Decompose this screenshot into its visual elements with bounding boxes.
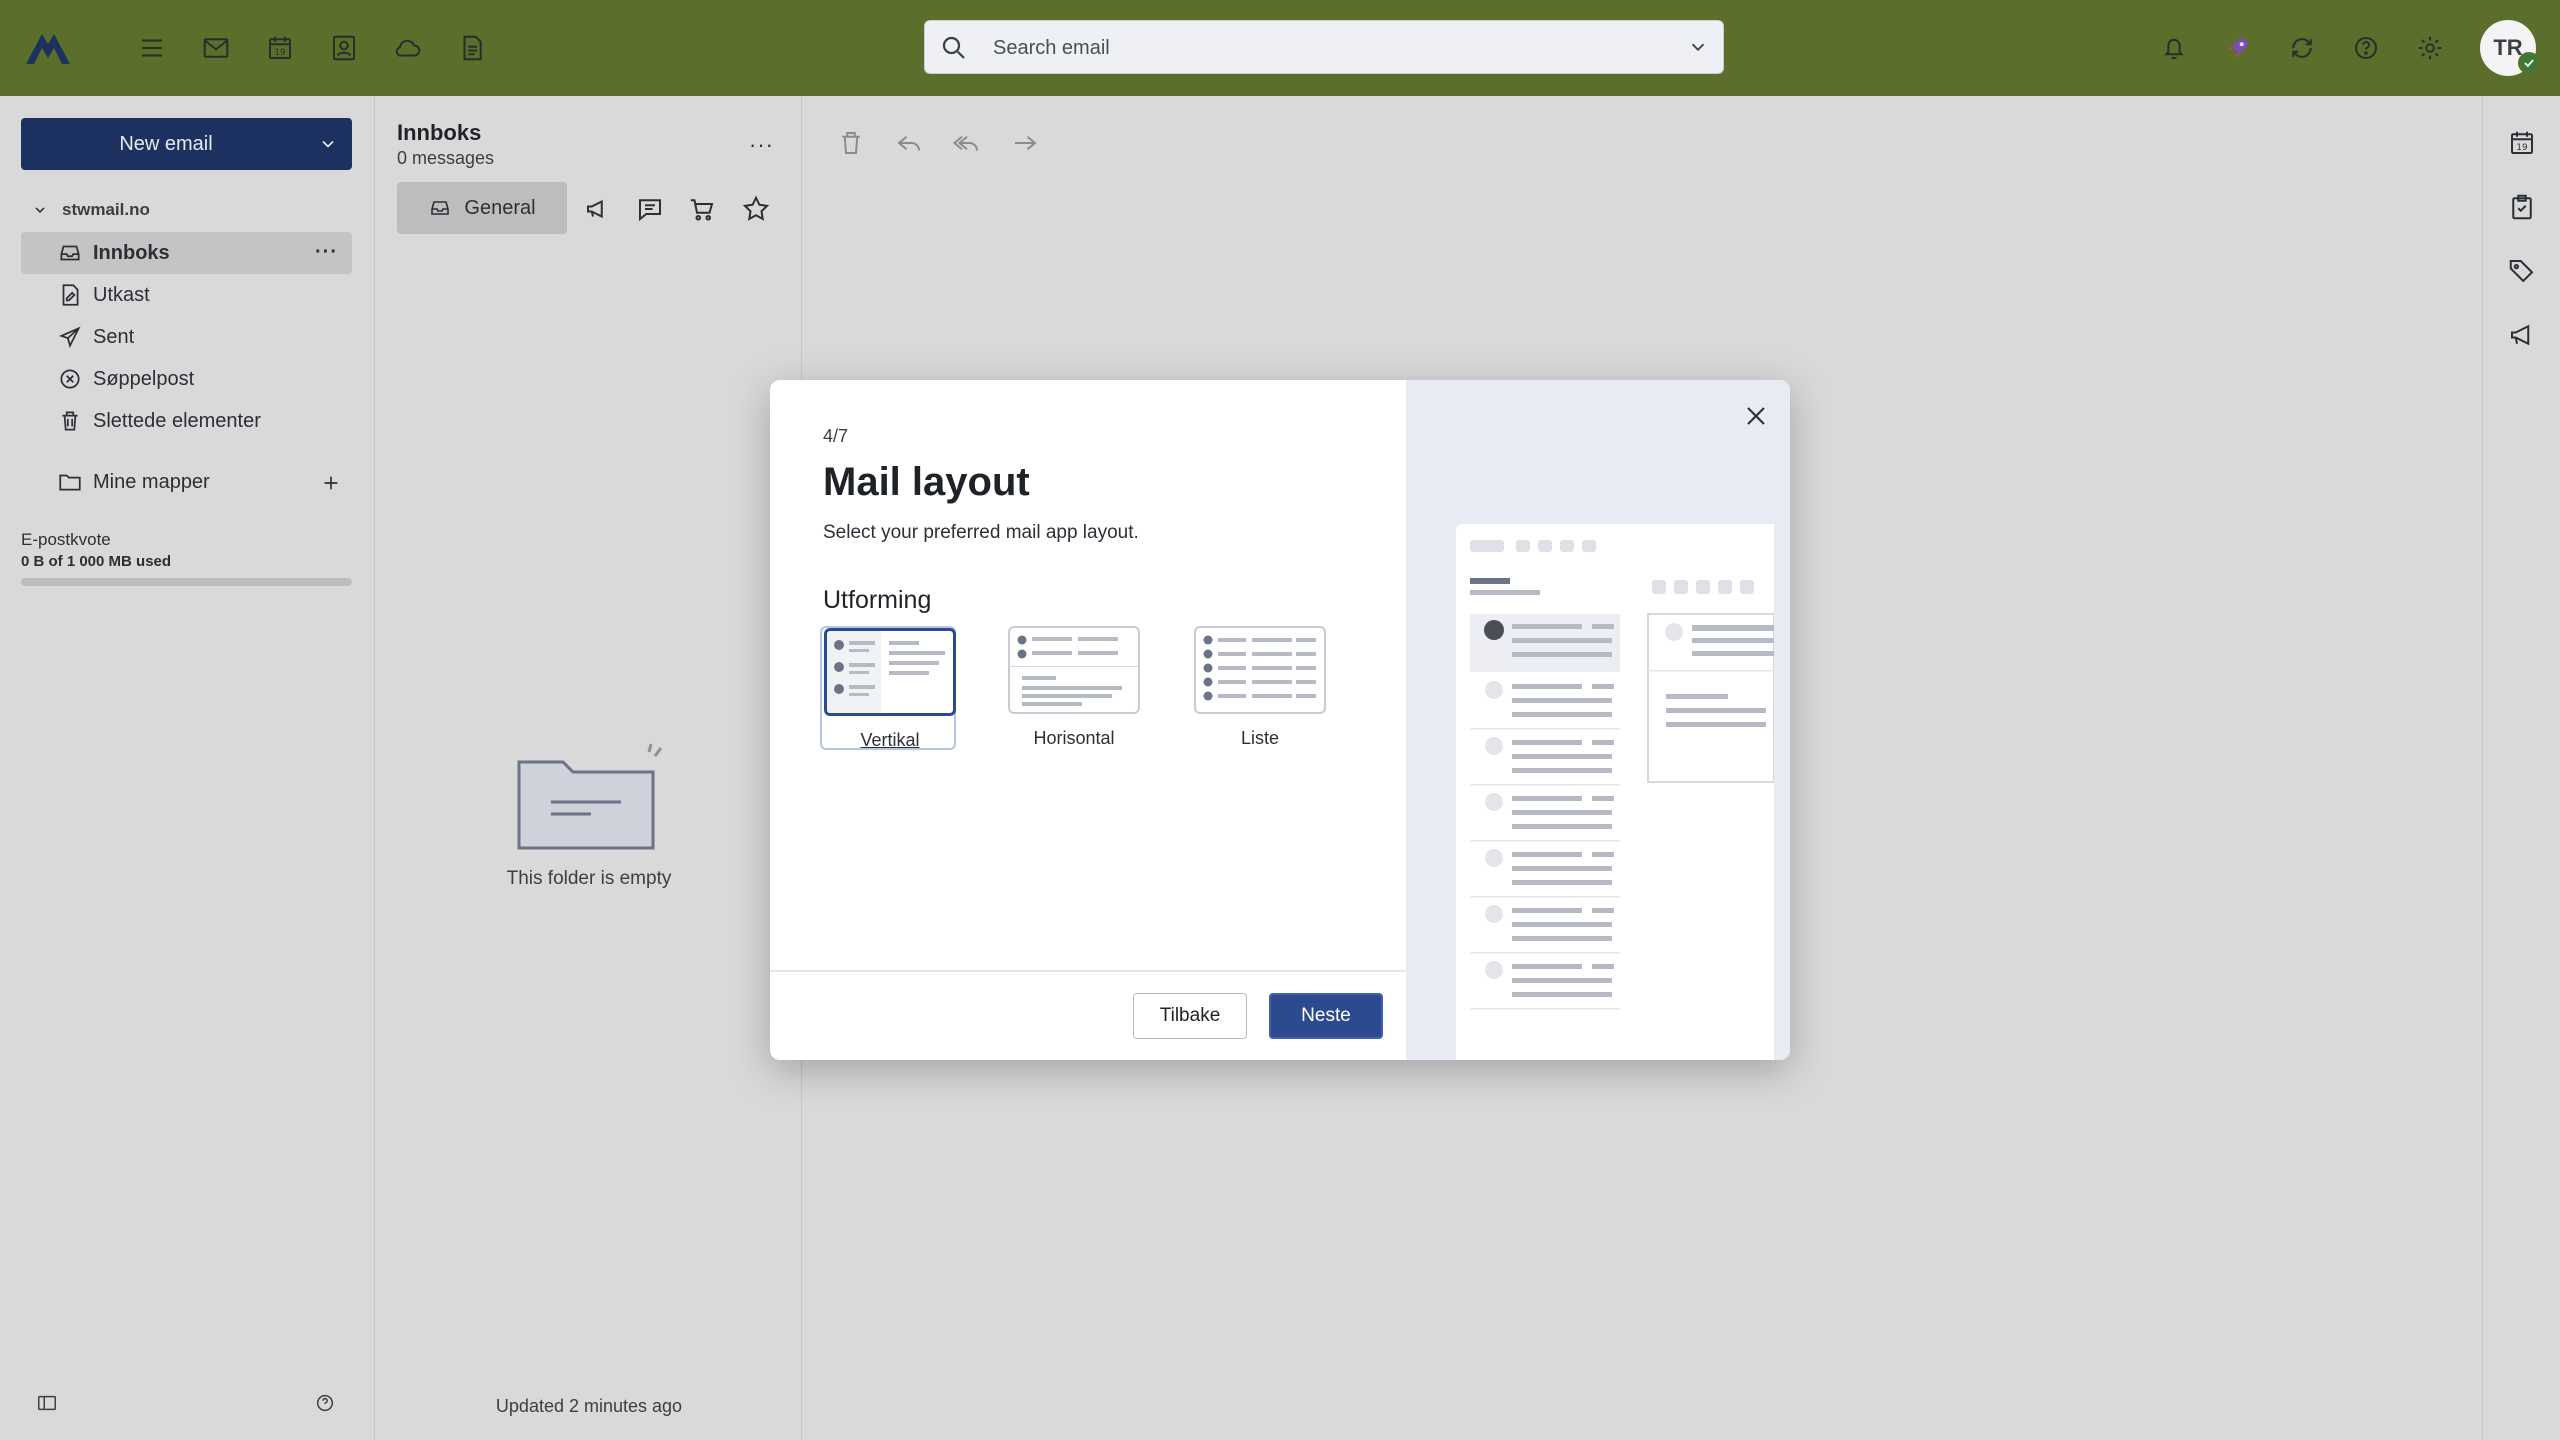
sidebar-item-label: Søppelpost [93, 367, 195, 390]
inbox-icon [431, 201, 450, 215]
search-input[interactable]: Search email [993, 37, 1110, 60]
trash-icon [57, 408, 83, 434]
calendar-icon[interactable]: 19 [260, 28, 300, 68]
draft-icon [57, 282, 83, 308]
next-button[interactable]: Neste [1269, 993, 1383, 1039]
account-header[interactable]: stwmail.no [32, 200, 150, 220]
tab-social-icon[interactable] [635, 194, 665, 224]
layout-option-list[interactable]: Liste [1192, 626, 1328, 750]
layout-preview-image [1456, 524, 1774, 1060]
chevron-down-icon[interactable] [1687, 36, 1709, 58]
sidebar-toggle-icon[interactable] [36, 1392, 58, 1414]
quota-used: 0 B of 1 000 MB used [21, 553, 172, 570]
mail-icon[interactable] [196, 28, 236, 68]
quota-label: E-postkvote [21, 530, 111, 549]
help-icon[interactable] [314, 1392, 336, 1414]
sync-icon[interactable] [2282, 28, 2322, 68]
reply-all-icon[interactable] [952, 128, 982, 158]
list-layout-thumbnail [1194, 626, 1326, 714]
tab-general[interactable]: General [397, 182, 567, 234]
sidebar-item-mine-mapper[interactable]: Mine mapper [21, 464, 352, 500]
layout-option-label: Liste [1240, 728, 1280, 748]
sidebar-item-label: Mine mapper [93, 470, 210, 493]
forward-icon[interactable] [1010, 128, 1040, 158]
gear-icon[interactable] [2410, 28, 2450, 68]
account-name: stwmail.no [62, 200, 150, 219]
calendar-icon[interactable]: 19 [2507, 128, 2537, 158]
add-folder-icon[interactable] [320, 472, 342, 494]
reply-icon[interactable] [894, 128, 924, 158]
tab-shopping-icon[interactable] [687, 194, 717, 224]
sidebar-item-label: Sent [93, 325, 135, 348]
layout-dialog: 4/7 Mail layout Select your preferred ma… [770, 380, 1790, 1060]
spam-icon [57, 366, 83, 392]
menu-icon[interactable] [132, 28, 172, 68]
rocket-icon[interactable] [2218, 28, 2258, 68]
layout-option-label: Vertikal [860, 730, 920, 750]
layout-option-horizontal[interactable]: Horisontal [1006, 626, 1142, 750]
horizontal-layout-thumbnail [1008, 626, 1140, 714]
svg-text:19: 19 [2516, 143, 2527, 153]
top-bar: 19 Search email TR [0, 0, 2560, 96]
tab-general-label: General [464, 196, 536, 219]
empty-folder-text: This folder is empty [506, 868, 672, 889]
tasks-icon[interactable] [2507, 192, 2537, 222]
bell-icon[interactable] [2154, 28, 2194, 68]
layout-option-vertical[interactable]: Vertikal [820, 626, 956, 750]
announcements-icon[interactable] [2507, 320, 2537, 350]
search-box[interactable]: Search email [924, 20, 1724, 74]
dialog-content: 4/7 Mail layout Select your preferred ma… [770, 380, 1406, 1060]
folder-title: Innboks [397, 120, 482, 145]
document-icon[interactable] [452, 28, 492, 68]
sidebar-item-slettede[interactable]: Slettede elementer [21, 400, 352, 442]
step-indicator: 4/7 [823, 426, 849, 446]
dialog-title: Mail layout [823, 460, 1030, 504]
sidebar-item-utkast[interactable]: Utkast [21, 274, 352, 316]
tags-icon[interactable] [2507, 256, 2537, 286]
vertical-layout-thumbnail [824, 628, 956, 716]
sidebar-item-label: Slettede elementer [93, 409, 261, 432]
folder-icon [57, 469, 83, 495]
inbox-icon [57, 240, 83, 266]
dialog-divider [770, 970, 1406, 972]
layout-option-label: Horisontal [1033, 728, 1115, 748]
back-button[interactable]: Tilbake [1133, 993, 1247, 1039]
tab-promotions-icon[interactable] [583, 194, 613, 224]
message-count: 0 messages [397, 148, 495, 168]
empty-folder-icon [517, 743, 663, 850]
message-list: Innboks 0 messages ··· General This fold… [374, 96, 802, 1440]
chevron-down-icon [35, 207, 45, 214]
sidebar-item-soppelpost[interactable]: Søppelpost [21, 358, 352, 400]
sidebar: New email stwmail.no Innboks ··· Utkast … [0, 96, 374, 1440]
help-icon[interactable] [2346, 28, 2386, 68]
sidebar-item-sent[interactable]: Sent [21, 316, 352, 358]
sidebar-item-label: Innboks [93, 241, 170, 264]
new-email-button[interactable]: New email [21, 118, 352, 170]
tab-starred-icon[interactable] [741, 194, 771, 224]
app-logo[interactable] [24, 30, 72, 66]
right-toolbar: 19 [2482, 96, 2560, 1440]
chevron-down-icon[interactable] [318, 134, 338, 154]
sidebar-item-label: Utkast [93, 283, 150, 306]
updated-status: Updated 2 minutes ago [495, 1396, 683, 1416]
delete-icon[interactable] [836, 128, 866, 158]
folder-more-button[interactable]: ··· [315, 241, 338, 264]
status-check-icon [2518, 52, 2540, 74]
svg-text:19: 19 [274, 48, 285, 58]
contacts-icon[interactable] [324, 28, 364, 68]
send-icon [57, 324, 83, 350]
cloud-icon[interactable] [388, 28, 428, 68]
list-more-button[interactable]: ··· [749, 132, 774, 158]
new-email-label: New email [119, 133, 213, 155]
section-heading: Utforming [823, 586, 932, 614]
close-icon[interactable] [1740, 400, 1772, 432]
sidebar-item-innboks[interactable]: Innboks ··· [21, 232, 352, 274]
dialog-subtitle: Select your preferred mail app layout. [823, 522, 1139, 543]
quota-progress-bar [21, 578, 352, 586]
search-icon [942, 36, 965, 59]
